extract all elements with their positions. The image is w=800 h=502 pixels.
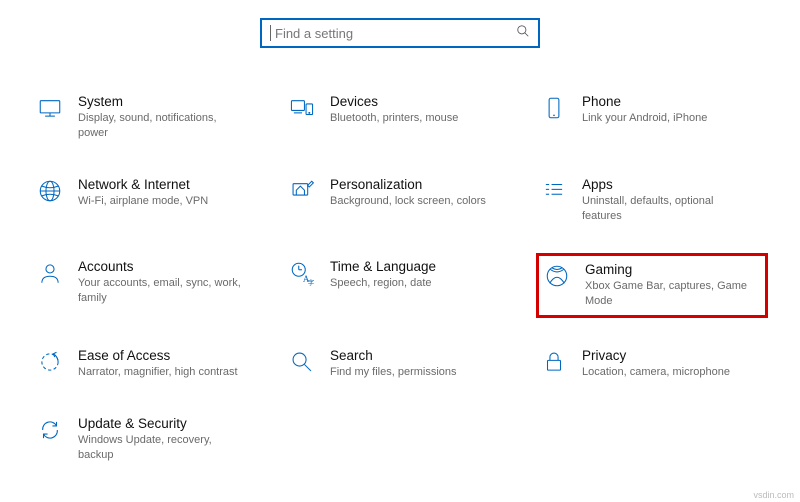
category-title: Network & Internet	[78, 177, 208, 192]
category-system[interactable]: System Display, sound, notifications, pow…	[32, 88, 264, 147]
category-text: Search Find my files, permissions	[330, 348, 457, 380]
lock-icon	[540, 348, 568, 376]
category-title: Phone	[582, 94, 707, 109]
person-icon	[36, 259, 64, 287]
globe-icon	[36, 177, 64, 205]
search-icon	[516, 24, 530, 43]
category-title: Privacy	[582, 348, 730, 363]
category-title: Search	[330, 348, 457, 363]
category-ease[interactable]: Ease of Access Narrator, magnifier, high …	[32, 342, 264, 386]
category-desc: Background, lock screen, colors	[330, 194, 486, 209]
category-text: Phone Link your Android, iPhone	[582, 94, 707, 126]
category-desc: Bluetooth, printers, mouse	[330, 111, 458, 126]
category-gaming[interactable]: Gaming Xbox Game Bar, captures, Game Mode	[536, 253, 768, 318]
search-placeholder: Find a setting	[275, 26, 516, 41]
category-title: Devices	[330, 94, 458, 109]
category-title: Apps	[582, 177, 752, 192]
category-network[interactable]: Network & Internet Wi-Fi, airplane mode, …	[32, 171, 264, 230]
category-text: Network & Internet Wi-Fi, airplane mode, …	[78, 177, 208, 209]
category-desc: Narrator, magnifier, high contrast	[78, 365, 238, 380]
category-apps[interactable]: Apps Uninstall, defaults, optional featur…	[536, 171, 768, 230]
category-text: Update & Security Windows Update, recover…	[78, 416, 248, 463]
category-title: Personalization	[330, 177, 486, 192]
category-title: Update & Security	[78, 416, 248, 431]
category-desc: Display, sound, notifications, power	[78, 111, 248, 141]
category-phone[interactable]: Phone Link your Android, iPhone	[536, 88, 768, 147]
watermark: vsdin.com	[753, 490, 794, 500]
time-lang-icon: A字	[288, 259, 316, 287]
search-cat-icon	[288, 348, 316, 376]
ease-icon	[36, 348, 64, 376]
category-text: System Display, sound, notifications, pow…	[78, 94, 248, 141]
category-title: Gaming	[585, 262, 755, 277]
category-desc: Windows Update, recovery, backup	[78, 433, 248, 463]
search-input[interactable]: Find a setting	[260, 18, 540, 48]
category-accounts[interactable]: Accounts Your accounts, email, sync, work…	[32, 253, 264, 318]
category-text: Apps Uninstall, defaults, optional featur…	[582, 177, 752, 224]
category-title: Time & Language	[330, 259, 436, 274]
category-privacy[interactable]: Privacy Location, camera, microphone	[536, 342, 768, 386]
monitor-icon	[36, 94, 64, 122]
category-title: Ease of Access	[78, 348, 238, 363]
category-desc: Wi-Fi, airplane mode, VPN	[78, 194, 208, 209]
category-desc: Find my files, permissions	[330, 365, 457, 380]
category-desc: Location, camera, microphone	[582, 365, 730, 380]
category-text: Ease of Access Narrator, magnifier, high …	[78, 348, 238, 380]
text-cursor	[270, 25, 271, 41]
category-text: Gaming Xbox Game Bar, captures, Game Mode	[585, 262, 755, 309]
category-update[interactable]: Update & Security Windows Update, recover…	[32, 410, 264, 469]
category-text: Time & Language Speech, region, date	[330, 259, 436, 291]
category-desc: Your accounts, email, sync, work, family	[78, 276, 248, 306]
category-title: Accounts	[78, 259, 248, 274]
category-time[interactable]: A字 Time & Language Speech, region, date	[284, 253, 516, 318]
category-desc: Uninstall, defaults, optional features	[582, 194, 752, 224]
category-title: System	[78, 94, 248, 109]
category-desc: Speech, region, date	[330, 276, 436, 291]
category-personalization[interactable]: Personalization Background, lock screen, …	[284, 171, 516, 230]
category-devices[interactable]: Devices Bluetooth, printers, mouse	[284, 88, 516, 147]
category-text: Privacy Location, camera, microphone	[582, 348, 730, 380]
category-text: Accounts Your accounts, email, sync, work…	[78, 259, 248, 306]
category-text: Devices Bluetooth, printers, mouse	[330, 94, 458, 126]
phone-icon	[540, 94, 568, 122]
xbox-icon	[543, 262, 571, 290]
svg-text:字: 字	[308, 278, 315, 287]
category-desc: Link your Android, iPhone	[582, 111, 707, 126]
apps-icon	[540, 177, 568, 205]
category-desc: Xbox Game Bar, captures, Game Mode	[585, 279, 755, 309]
category-text: Personalization Background, lock screen, …	[330, 177, 486, 209]
devices-icon	[288, 94, 316, 122]
paint-icon	[288, 177, 316, 205]
update-icon	[36, 416, 64, 444]
category-search[interactable]: Search Find my files, permissions	[284, 342, 516, 386]
